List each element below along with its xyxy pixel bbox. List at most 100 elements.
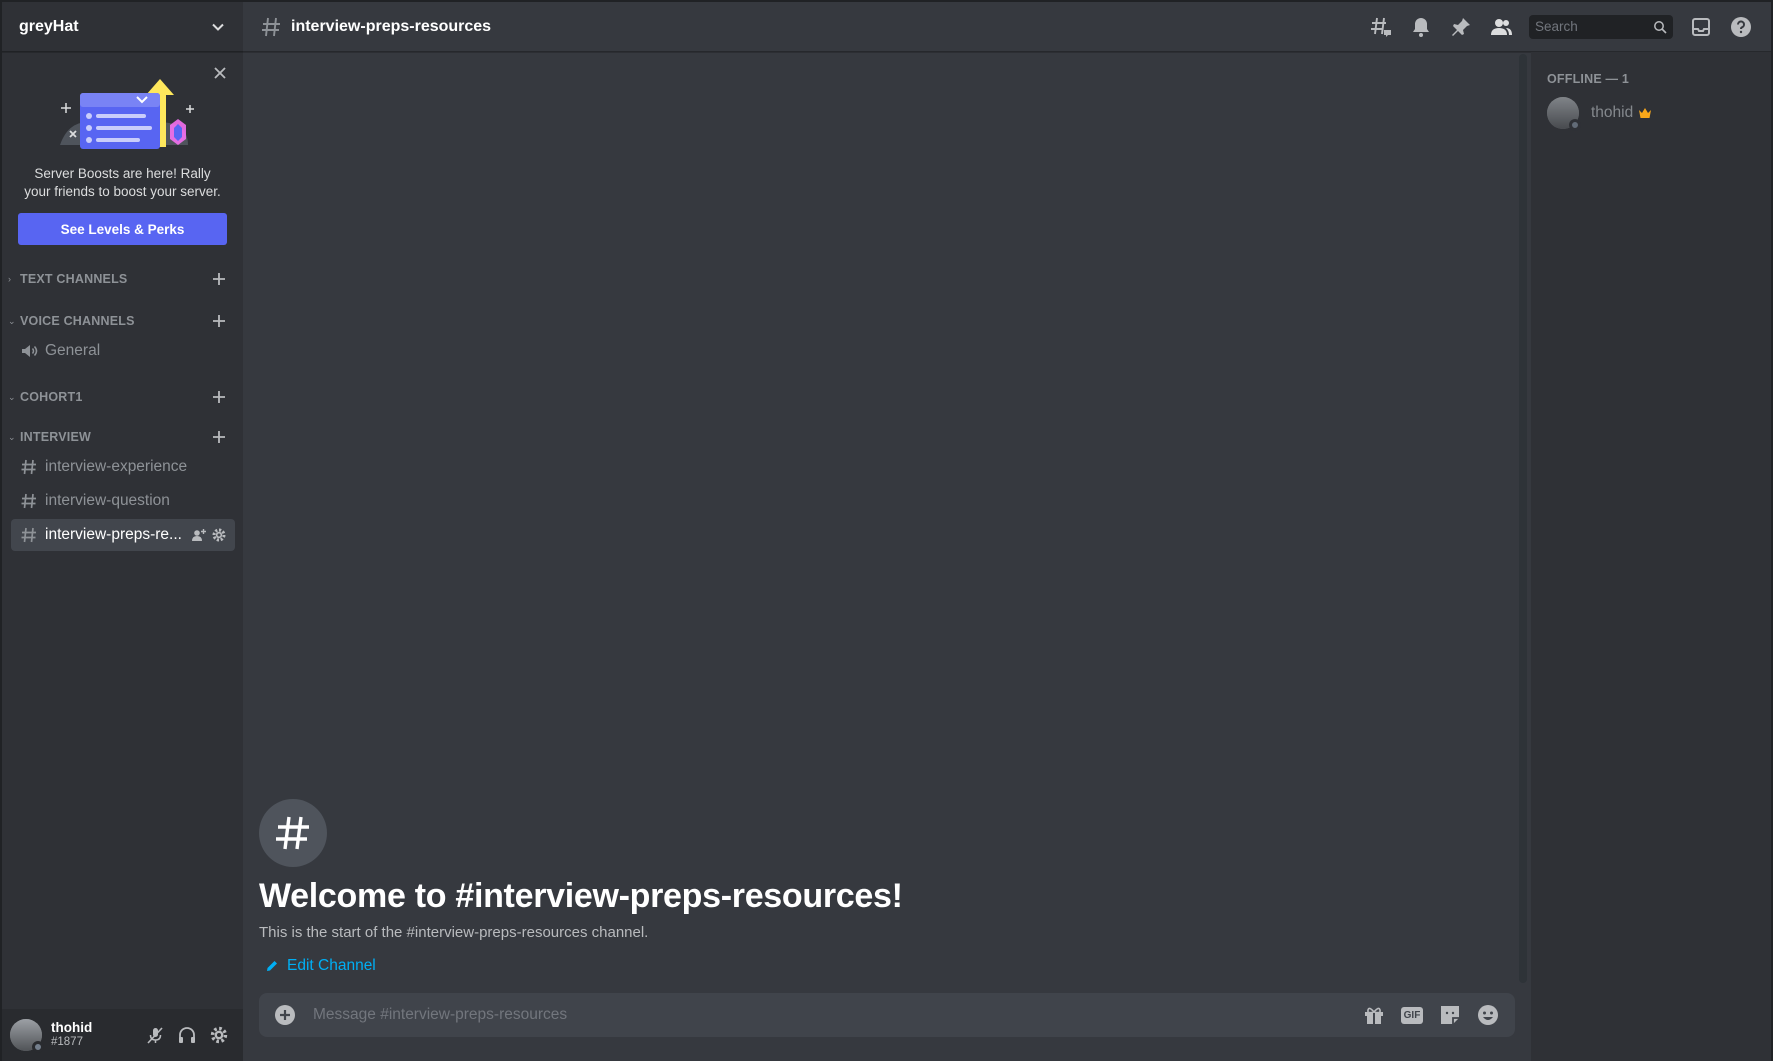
channel-item-interview-question[interactable]: interview-question [11,485,235,517]
edit-channel-label: Edit Channel [287,957,376,974]
channel-name: General [45,342,101,359]
notification-settings-button[interactable] [1401,15,1441,39]
user-discriminator: #1877 [51,1036,83,1048]
close-icon[interactable] [211,64,229,82]
members-icon [1491,18,1512,35]
see-levels-perks-button[interactable]: See Levels & Perks [18,213,227,245]
speaker-icon [22,345,38,357]
headphones-icon [179,1027,195,1043]
channel-header: interview-preps-resources Search [243,2,1771,52]
content-area: Welcome to #interview-preps-resources! T… [243,52,1771,1061]
message-placeholder: Message #interview-preps-resources [313,1006,568,1023]
pin-icon [1452,17,1470,36]
chevron-down-icon: ⌄ [8,431,16,442]
add-channel-icon[interactable] [211,389,227,405]
username: thohid [51,1020,93,1035]
add-channel-icon[interactable] [211,271,227,287]
chat-scrollbar[interactable] [1519,54,1527,983]
boost-description: Server Boosts are here! Rally your frien… [24,166,221,199]
channel-list: › TEXT CHANNELS ⌄ VOICE CHANNELS General… [2,267,243,553]
channel-item-interview-preps-resources[interactable]: interview-preps-re... [11,519,235,551]
category-label: COHORT1 [20,390,83,404]
hashtag-icon [21,493,36,509]
avatar[interactable] [10,1019,44,1053]
channel-welcome: Welcome to #interview-preps-resources! T… [259,799,903,975]
channel-name: interview-preps-re... [45,526,182,543]
search-input[interactable]: Search [1529,14,1673,39]
channel-name: interview-experience [45,458,188,475]
member-list-button[interactable] [1481,15,1521,39]
member-group-heading: OFFLINE — 1 [1547,72,1630,86]
avatar [1547,97,1581,131]
help-icon [1731,16,1751,37]
help-button[interactable] [1721,15,1761,39]
server-header[interactable]: greyHat [2,2,243,52]
emoji-button[interactable] [1469,993,1507,1037]
member-item[interactable]: thohid [1547,92,1763,134]
microphone-muted-icon [147,1027,163,1044]
category-label: INTERVIEW [20,430,92,444]
channel-item-interview-experience[interactable]: interview-experience [11,451,235,483]
main-area: interview-preps-resources Search Welcome… [243,2,1771,1061]
member-name: thohid [1591,104,1634,121]
status-indicator [1569,119,1581,131]
boost-card: Server Boosts are here! Rally your frien… [2,52,243,245]
welcome-hashtag-badge [259,799,327,867]
inbox-icon [1692,17,1710,36]
welcome-subtitle: This is the start of the #interview-prep… [259,924,649,941]
sticker-button[interactable] [1431,993,1469,1037]
channel-name: interview-question [45,492,170,509]
boost-illustration [16,62,229,157]
edit-channel-link[interactable]: Edit Channel [259,957,903,975]
threads-button[interactable] [1361,15,1401,39]
create-invite-icon[interactable] [191,527,207,543]
chevron-down-icon [212,23,224,31]
chevron-down-icon: ⌄ [8,391,16,402]
user-panel: thohid #1877 [2,1009,243,1061]
category-text-channels[interactable]: › TEXT CHANNELS [2,267,243,291]
channel-item-general[interactable]: General [11,335,235,367]
chat-area: Welcome to #interview-preps-resources! T… [243,52,1531,1061]
add-attachment-icon[interactable] [273,1003,297,1027]
category-voice-channels[interactable]: ⌄ VOICE CHANNELS [2,309,243,333]
discord-app: greyHat Server Boosts are here! Rally yo… [2,2,1771,1061]
category-cohort1[interactable]: ⌄ COHORT1 [2,385,243,409]
hashtag-icon [262,17,280,36]
inbox-button[interactable] [1681,15,1721,39]
search-icon [1654,20,1667,34]
user-settings-button[interactable] [203,1019,235,1051]
deafen-button[interactable] [171,1019,203,1051]
channel-title: interview-preps-resources [291,17,492,35]
pencil-icon [267,961,277,971]
server-name: greyHat [19,17,79,35]
gear-icon[interactable] [211,527,227,543]
threads-icon [1371,17,1391,37]
hashtag-icon [21,459,36,475]
hashtag-icon [21,527,36,543]
chevron-right-icon: › [8,274,11,284]
gift-button[interactable] [1355,993,1393,1037]
category-label: VOICE CHANNELS [20,314,135,328]
crown-icon [1639,108,1652,118]
boost-art-icon [59,79,194,149]
gif-button[interactable]: GIF [1393,993,1431,1037]
gear-icon [210,1026,228,1044]
message-composer[interactable]: Message #interview-preps-resources GIF [259,993,1515,1037]
user-info[interactable]: thohid #1877 [51,1020,139,1050]
status-indicator [32,1041,44,1053]
gif-icon: GIF [1400,1006,1424,1024]
channel-sidebar: greyHat Server Boosts are here! Rally yo… [2,2,243,1061]
hashtag-icon [276,816,309,850]
mute-button[interactable] [139,1019,171,1051]
gif-label: GIF [1403,1009,1421,1021]
search-placeholder: Search [1535,19,1578,34]
add-channel-icon[interactable] [211,313,227,329]
sticker-icon [1441,1006,1459,1024]
bell-icon [1413,17,1429,37]
welcome-title: Welcome to #interview-preps-resources! [259,877,903,915]
chevron-down-icon: ⌄ [8,315,16,326]
gift-icon [1365,1007,1383,1024]
category-interview[interactable]: ⌄ INTERVIEW [2,425,243,449]
pinned-messages-button[interactable] [1441,15,1481,39]
add-channel-icon[interactable] [211,429,227,445]
